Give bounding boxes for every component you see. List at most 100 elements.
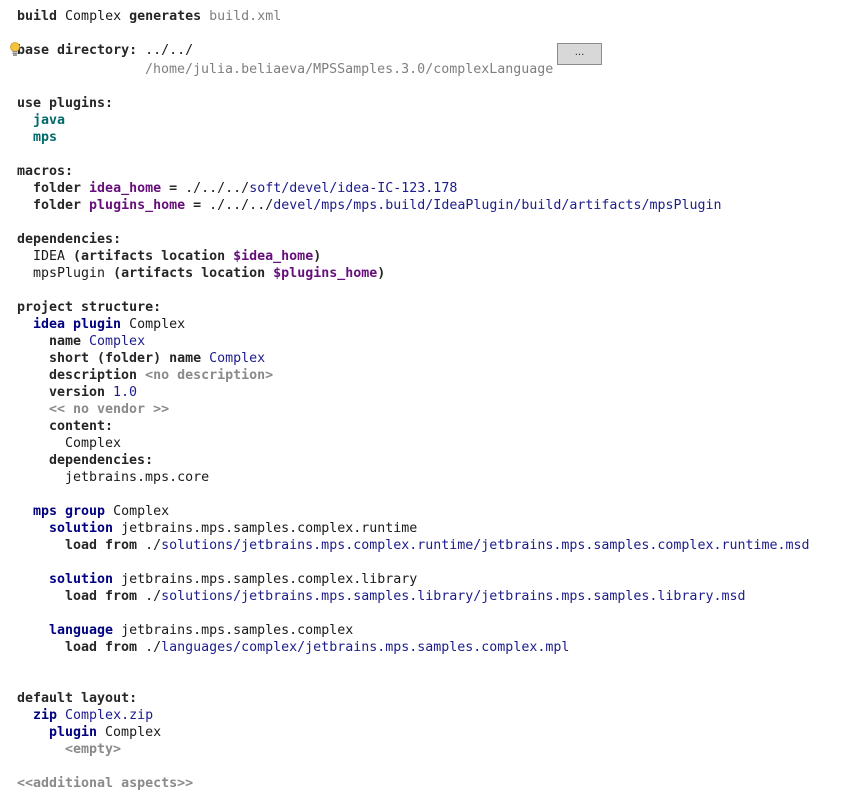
editor-line[interactable]: dependencies: xyxy=(17,452,859,469)
editor-line[interactable]: folder idea_home = ./../../soft/devel/id… xyxy=(17,180,859,197)
editor-cell[interactable]: solution xyxy=(49,521,121,536)
editor-cell[interactable]: Complex xyxy=(209,351,265,366)
editor-cell[interactable]: ../../ xyxy=(145,43,193,58)
editor-cell[interactable]: = xyxy=(185,198,209,213)
editor-cell[interactable]: plugins_home xyxy=(89,198,185,213)
editor-cell[interactable]: language xyxy=(49,623,121,638)
editor-line[interactable]: version 1.0 xyxy=(17,384,859,401)
editor-line[interactable]: /home/julia.beliaeva/MPSSamples.3.0/comp… xyxy=(17,61,859,78)
editor-line[interactable]: << no vendor >> xyxy=(17,401,859,418)
editor-cell[interactable]: load from xyxy=(65,538,145,553)
editor-cell[interactable]: plugin xyxy=(49,725,105,740)
editor-line[interactable]: macros: xyxy=(17,163,859,180)
intention-lightbulb-icon[interactable] xyxy=(10,42,20,56)
editor-cell[interactable]: Complex xyxy=(65,436,121,451)
editor-cell[interactable]: short (folder) name xyxy=(49,351,209,366)
editor-cell[interactable]: (artifacts location xyxy=(73,249,233,264)
blank-line[interactable] xyxy=(17,282,859,299)
editor-cell[interactable]: mpsPlugin xyxy=(33,266,113,281)
editor-cell[interactable]: java xyxy=(33,113,65,128)
editor-line[interactable]: short (folder) name Complex xyxy=(17,350,859,367)
editor-cell[interactable]: << no vendor >> xyxy=(49,402,169,417)
editor-cell[interactable]: build.xml xyxy=(209,9,281,24)
editor-line[interactable]: use plugins: xyxy=(17,95,859,112)
editor-line[interactable]: build Complex generates build.xml xyxy=(17,8,859,25)
editor-cell[interactable]: ./../../ xyxy=(185,181,249,196)
editor-cell[interactable]: IDEA xyxy=(33,249,73,264)
editor-cell[interactable]: project structure: xyxy=(17,300,161,315)
editor-line[interactable]: solution jetbrains.mps.samples.complex.l… xyxy=(17,571,859,588)
editor-cell[interactable]: solutions/jetbrains.mps.samples.library/… xyxy=(161,589,745,604)
editor-cell[interactable]: idea plugin xyxy=(33,317,129,332)
editor-cell[interactable]: languages/complex/jetbrains.mps.samples.… xyxy=(161,640,569,655)
editor-line[interactable]: language jetbrains.mps.samples.complex xyxy=(17,622,859,639)
editor-cell[interactable]: folder xyxy=(33,181,89,196)
editor-cell[interactable]: Complex xyxy=(105,725,161,740)
editor-cell[interactable]: dependencies: xyxy=(49,453,153,468)
editor-line[interactable]: load from ./languages/complex/jetbrains.… xyxy=(17,639,859,656)
editor-cell[interactable]: description xyxy=(49,368,145,383)
blank-line[interactable] xyxy=(17,605,859,622)
editor-line[interactable]: load from ./solutions/jetbrains.mps.samp… xyxy=(17,588,859,605)
editor-cell[interactable]: ) xyxy=(313,249,321,264)
editor-cell[interactable]: load from xyxy=(65,589,145,604)
editor-cell[interactable]: jetbrains.mps.core xyxy=(65,470,209,485)
editor-line[interactable]: zip Complex.zip xyxy=(17,707,859,724)
editor-cell[interactable]: mps xyxy=(33,130,57,145)
editor-cell[interactable]: name xyxy=(49,334,89,349)
editor-cell[interactable]: ./ xyxy=(145,640,161,655)
editor-line[interactable]: project structure: xyxy=(17,299,859,316)
editor-cell[interactable]: Complex xyxy=(113,504,169,519)
editor-cell[interactable]: 1.0 xyxy=(113,385,137,400)
blank-line[interactable] xyxy=(17,78,859,95)
blank-line[interactable] xyxy=(17,554,859,571)
editor-cell[interactable]: idea_home xyxy=(89,181,161,196)
editor-cell[interactable]: (artifacts location xyxy=(113,266,273,281)
editor-cell[interactable]: jetbrains.mps.samples.complex.library xyxy=(121,572,417,587)
editor-cell[interactable]: ./ xyxy=(145,589,161,604)
editor-cell[interactable]: default layout: xyxy=(17,691,137,706)
editor-cell[interactable]: <empty> xyxy=(65,742,121,757)
editor-cell[interactable]: build xyxy=(17,9,65,24)
editor-cell[interactable]: dependencies: xyxy=(17,232,121,247)
editor-line[interactable]: folder plugins_home = ./../../devel/mps/… xyxy=(17,197,859,214)
editor-line[interactable]: description <no description> xyxy=(17,367,859,384)
blank-line[interactable] xyxy=(17,656,859,673)
editor-line[interactable]: dependencies: xyxy=(17,231,859,248)
editor-line[interactable]: name Complex xyxy=(17,333,859,350)
editor-cell[interactable]: Complex xyxy=(65,9,129,24)
editor-cell[interactable]: macros: xyxy=(17,164,73,179)
editor-line[interactable]: IDEA (artifacts location $idea_home) xyxy=(17,248,859,265)
editor-line[interactable]: jetbrains.mps.core xyxy=(17,469,859,486)
editor-cell[interactable]: ) xyxy=(377,266,385,281)
editor-line[interactable]: <empty> xyxy=(17,741,859,758)
editor-line[interactable]: base directory: ../../ xyxy=(17,42,859,61)
editor-cell[interactable]: zip xyxy=(33,708,65,723)
blank-line[interactable] xyxy=(17,25,859,42)
blank-line[interactable] xyxy=(17,673,859,690)
editor-cell[interactable]: devel/mps/mps.build/IdeaPlugin/build/art… xyxy=(273,198,721,213)
editor-cell[interactable]: = xyxy=(161,181,185,196)
editor-cell[interactable]: ./../../ xyxy=(209,198,273,213)
blank-line[interactable] xyxy=(17,758,859,775)
editor-cell[interactable]: Complex xyxy=(129,317,185,332)
editor-cell[interactable]: base directory: xyxy=(17,43,145,58)
editor-cell[interactable]: use plugins: xyxy=(17,96,113,111)
editor-cell[interactable]: <no description> xyxy=(145,368,273,383)
editor-cell[interactable]: soft/devel/idea-IC-123.178 xyxy=(249,181,457,196)
editor-line[interactable]: <<additional aspects>> xyxy=(17,775,859,792)
editor-cell[interactable]: generates xyxy=(129,9,209,24)
build-script-editor[interactable]: build Complex generates build.xml base di… xyxy=(17,8,859,792)
editor-cell[interactable]: ./ xyxy=(145,538,161,553)
editor-line[interactable]: plugin Complex xyxy=(17,724,859,741)
editor-line[interactable]: content: xyxy=(17,418,859,435)
editor-line[interactable]: mpsPlugin (artifacts location $plugins_h… xyxy=(17,265,859,282)
editor-cell[interactable]: load from xyxy=(65,640,145,655)
editor-line[interactable]: mps group Complex xyxy=(17,503,859,520)
editor-cell[interactable]: $idea_home xyxy=(233,249,313,264)
editor-cell[interactable]: solution xyxy=(49,572,121,587)
editor-cell[interactable]: /home/julia.beliaeva/MPSSamples.3.0/comp… xyxy=(145,62,553,77)
editor-line[interactable]: java xyxy=(17,112,859,129)
editor-cell[interactable]: jetbrains.mps.samples.complex.runtime xyxy=(121,521,417,536)
editor-cell[interactable]: mps group xyxy=(33,504,113,519)
